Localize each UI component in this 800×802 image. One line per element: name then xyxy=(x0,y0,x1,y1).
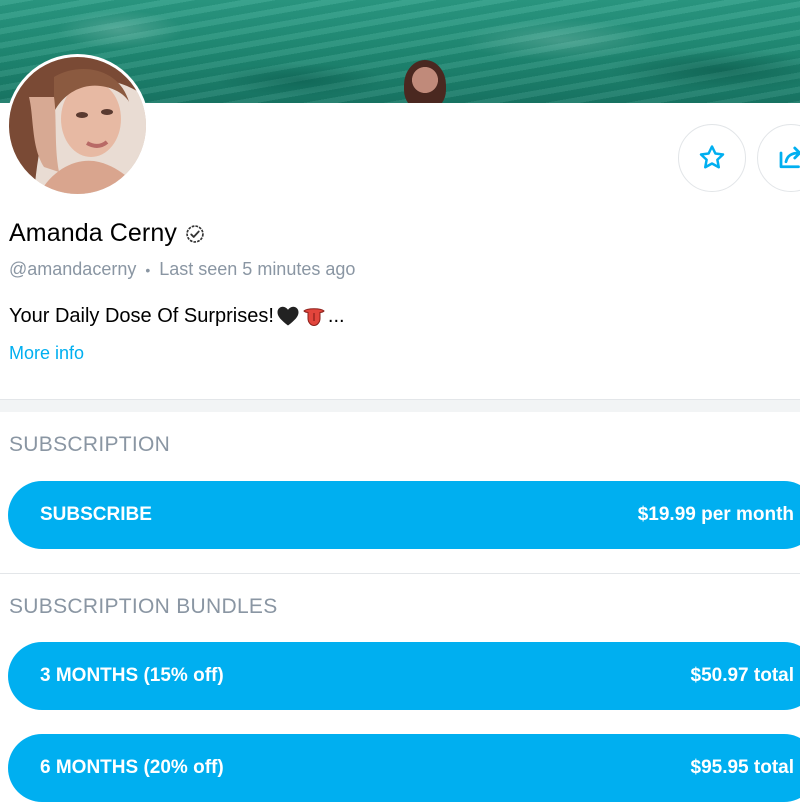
favorite-star-button[interactable] xyxy=(678,124,746,192)
subscribe-price: $19.99 per month xyxy=(637,504,794,525)
profile-name-row: Amanda Cerny xyxy=(9,219,205,248)
share-icon xyxy=(779,146,800,169)
section-divider xyxy=(0,399,800,412)
meta-separator: • xyxy=(145,261,151,278)
verified-check-icon xyxy=(186,224,204,243)
profile-meta: @amandacerny • Last seen 5 minutes ago xyxy=(9,259,355,280)
last-seen-status: Last seen 5 minutes ago xyxy=(159,259,356,279)
profile-handle: @amandacerny xyxy=(9,259,137,279)
bundle-3-months-button[interactable]: 3 MONTHS (15% off) $50.97 total xyxy=(8,642,800,710)
bundles-divider xyxy=(0,573,800,574)
subscribe-button[interactable]: SUBSCRIBE $19.99 per month xyxy=(8,481,800,549)
profile-bio: Your Daily Dose Of Surprises! ... xyxy=(9,304,345,328)
bundle-6-months-button[interactable]: 6 MONTHS (20% off) $95.95 total xyxy=(8,734,800,802)
bundle-price: $50.97 total xyxy=(690,665,795,686)
profile-name: Amanda Cerny xyxy=(9,219,177,247)
cover-photo-subject xyxy=(404,60,446,103)
avatar-photo xyxy=(9,57,146,194)
star-icon xyxy=(699,145,725,169)
bundle-label: 3 MONTHS (15% off) xyxy=(40,665,224,686)
bio-text: Your Daily Dose Of Surprises! xyxy=(9,304,274,327)
black-heart-emoji xyxy=(277,306,299,326)
more-info-link[interactable]: More info xyxy=(9,343,84,364)
bundle-price: $95.95 total xyxy=(690,757,795,778)
subscribe-label: SUBSCRIBE xyxy=(40,504,152,525)
bio-ellipsis: ... xyxy=(327,304,345,327)
tongue-emoji xyxy=(303,308,325,327)
avatar[interactable] xyxy=(6,54,149,197)
bundles-section-title: SUBSCRIPTION BUNDLES xyxy=(9,595,278,618)
bundle-label: 6 MONTHS (20% off) xyxy=(40,757,224,778)
subscription-section-title: SUBSCRIPTION xyxy=(9,433,171,456)
share-button[interactable] xyxy=(757,124,800,192)
